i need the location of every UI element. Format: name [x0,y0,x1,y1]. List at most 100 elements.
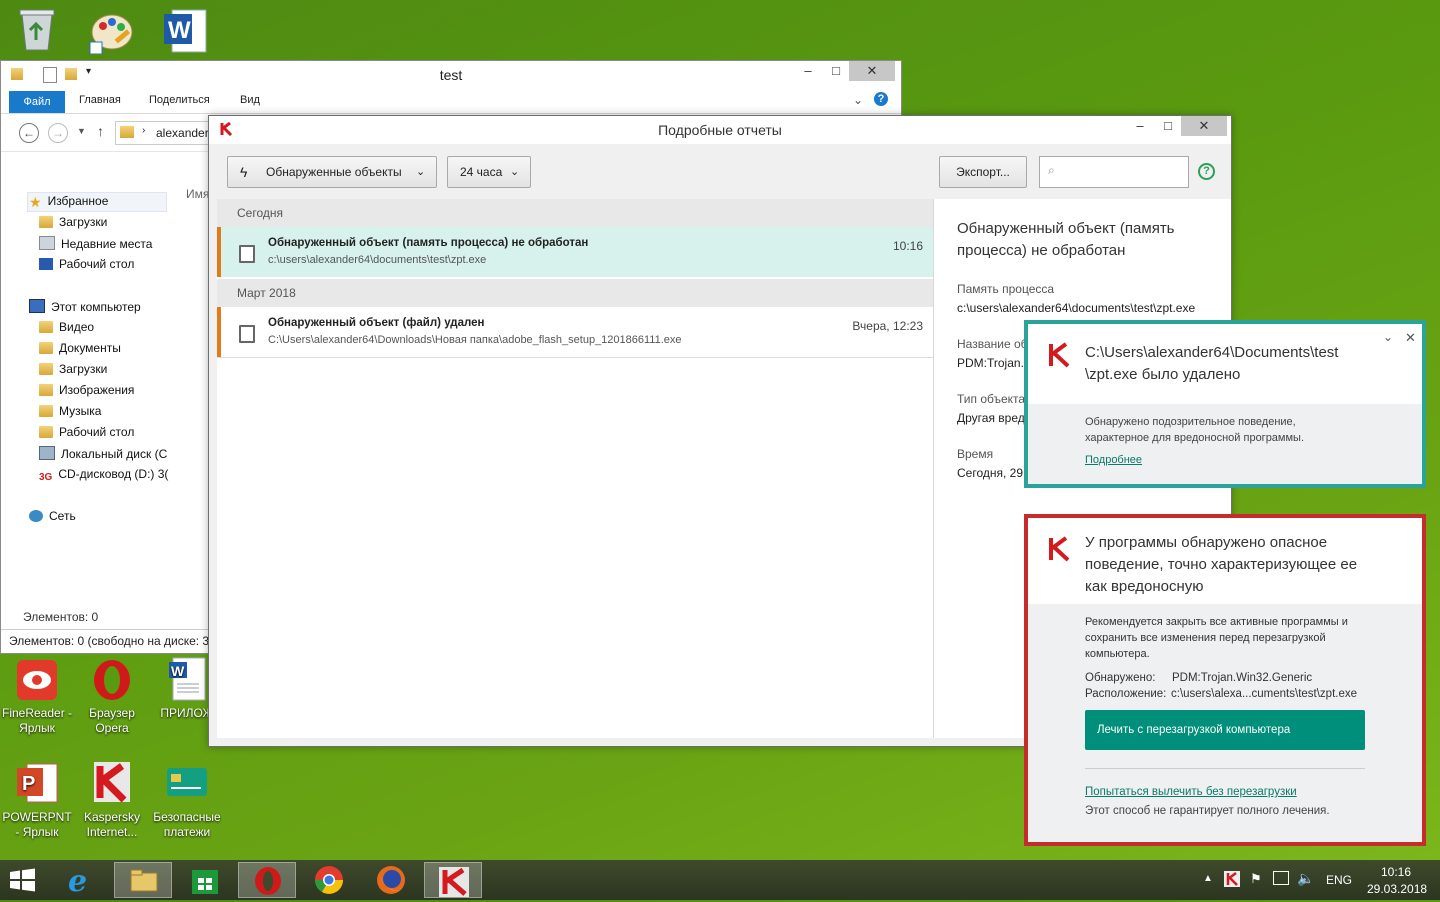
opera-icon [88,656,136,704]
status-marker [217,307,221,357]
close-icon[interactable]: ✕ [1405,330,1416,346]
notification-dangerous-behavior[interactable]: У программы обнаружено опасное поведение… [1024,514,1426,846]
store-icon[interactable] [176,862,234,898]
file-explorer-taskbar-icon[interactable] [114,862,172,898]
tab-home[interactable]: Главная [79,94,121,106]
show-hidden-icons[interactable]: ▲ [1203,873,1213,884]
expand-ribbon-icon[interactable]: ⌄ [853,93,863,107]
nav-this-pc[interactable]: Этот компьютер [29,299,141,314]
clock-date[interactable]: 29.03.2018 [1367,882,1427,896]
list-divider [217,357,933,358]
safe-money-card-icon [163,760,211,808]
details-link[interactable]: Подробнее [1085,454,1142,466]
opera-taskbar-icon[interactable] [238,862,296,898]
nav-documents[interactable]: Документы [39,341,121,355]
tab-share[interactable]: Поделиться [149,94,210,106]
document-icon [239,245,255,263]
kaspersky-tray-icon[interactable] [1224,871,1240,890]
left-border [209,199,217,739]
forward-arrow-icon[interactable]: → [48,123,68,143]
desktop-icon-kaspersky[interactable]: Kaspersky Internet... [75,760,149,840]
help-icon[interactable]: ? [874,92,888,106]
nav-downloads-pc[interactable]: Загрузки [39,362,107,376]
detected-label: Обнаружено: [1085,672,1156,684]
nav-desktop[interactable]: Рабочий стол [39,257,134,271]
disinfect-restart-button[interactable]: Лечить с перезагрузкой компьютера [1085,710,1365,750]
search-icon: ⌕ [1048,163,1055,177]
back-arrow-icon[interactable]: ← [19,123,39,143]
kaspersky-taskbar-icon[interactable] [424,862,482,898]
notification-file-deleted[interactable]: ⌄ ✕ C:\Users\alexander64\Documents\test … [1024,320,1426,488]
separator [1085,768,1365,769]
collapse-icon[interactable]: ⌄ [1383,330,1393,344]
explorer-titlebar[interactable]: ▾ test – □ ✕ [1,61,901,89]
nav-recent[interactable]: Недавние места [39,236,152,251]
kaspersky-k-icon [88,760,136,808]
try-without-restart-link[interactable]: Попытаться вылечить без перезагрузки [1085,786,1297,798]
window-title: Подробные отчеты [658,122,782,138]
start-button[interactable] [0,862,46,898]
word-app-icon[interactable]: W [162,8,208,54]
nav-video[interactable]: Видео [39,320,94,334]
nav-music[interactable]: Музыка [39,404,101,418]
paint-app-icon[interactable] [88,8,134,55]
maximize-button[interactable]: □ [821,61,851,81]
nav-favorites[interactable]: ★ Избранное [29,194,108,210]
reports-titlebar[interactable]: Подробные отчеты – □ ✕ [209,116,1231,144]
nav-desktop-pc[interactable]: Рабочий стол [39,425,134,439]
detail-label-name: Название об [957,337,1028,351]
desktop-icon-powerpoint[interactable]: P POWERPNT - Ярлык [0,760,74,840]
tab-view[interactable]: Вид [240,94,260,106]
nav-images[interactable]: Изображения [39,383,134,397]
report-row-selected[interactable]: Обнаруженный объект (память процесса) не… [217,227,933,277]
firefox-icon[interactable] [362,862,420,898]
nav-downloads[interactable]: Загрузки [39,215,107,229]
network-tray-icon[interactable] [1273,871,1289,885]
filter-dropdown[interactable]: ϟ Обнаруженные объекты ⌄ [227,156,437,188]
action-center-flag-icon[interactable]: ⚑ [1250,871,1262,887]
language-indicator[interactable]: ENG [1326,873,1352,887]
period-label: 24 часа [460,165,503,179]
status-text: Элементов: 0 (свободно на диске: 33 [9,634,216,648]
chrome-icon[interactable] [300,862,358,898]
tab-file[interactable]: Файл [9,91,65,113]
lightning-icon: ϟ [240,164,248,180]
internet-explorer-icon[interactable]: e [52,862,110,899]
nav-local-disk[interactable]: Локальный диск (С [39,446,167,461]
nav-cd-drive[interactable]: 3G CD-дисковод (D:) 3( [39,467,168,484]
close-button[interactable]: ✕ [1181,116,1227,136]
word-document-icon: W [163,656,211,704]
icon-label: Безопасные платежи [153,810,221,839]
export-button[interactable]: Экспорт... [939,156,1027,188]
minimize-button[interactable]: – [793,61,823,81]
maximize-button[interactable]: □ [1153,116,1183,136]
recycle-bin-icon[interactable] [16,6,58,52]
up-arrow-icon[interactable]: ↑ [97,123,104,139]
column-header-name[interactable]: Имя [186,187,209,201]
desktop-icon-finereader[interactable]: FineReader - Ярлык [0,656,74,736]
icon-label: Браузер Opera [89,706,135,735]
desktop-icon-safe-money[interactable]: Безопасные платежи [150,760,224,840]
row-title: Обнаруженный объект (файл) удален [268,317,485,329]
help-icon[interactable]: ? [1198,163,1215,180]
notification-body: Обнаружено подозрительное поведение, хар… [1085,416,1305,444]
nav-label: Сеть [49,509,76,523]
filter-label: Обнаруженные объекты [266,165,402,179]
notification-body-area: Обнаружено подозрительное поведение, хар… [1028,404,1422,484]
address-text: alexander6 [156,126,216,140]
chevron-down-icon: ⌄ [510,166,520,178]
address-bar[interactable]: › alexander6 [115,121,216,145]
period-dropdown[interactable]: 24 часа ⌄ [447,156,531,188]
network-icon [29,510,43,522]
desktop-icon-opera[interactable]: Браузер Opera [75,656,149,736]
close-button[interactable]: ✕ [849,61,895,81]
search-input[interactable]: ⌕ [1039,156,1189,188]
clock-time[interactable]: 10:16 [1381,865,1411,879]
nav-network[interactable]: Сеть [29,509,76,523]
volume-icon[interactable]: 🔈 [1297,870,1314,887]
icon-label: POWERPNT - Ярлык [2,810,72,839]
minimize-button[interactable]: – [1125,116,1155,136]
report-row[interactable]: Обнаруженный объект (файл) удален C:\Use… [217,307,933,357]
row-time: Вчера, 12:23 [852,319,923,333]
recent-locations-icon[interactable]: ▼ [77,126,86,136]
